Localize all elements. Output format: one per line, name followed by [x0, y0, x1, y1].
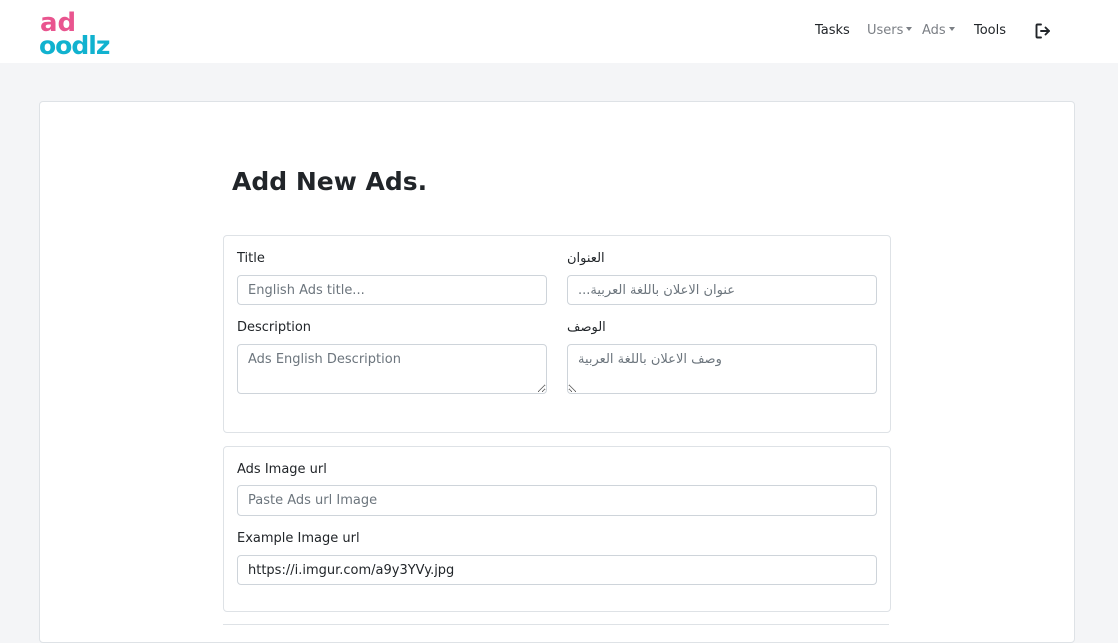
nav-users-dropdown[interactable]: Users: [867, 22, 913, 40]
title-label: Title: [237, 251, 265, 266]
logout-icon[interactable]: [1034, 22, 1052, 40]
arabic-description-label: الوصف: [567, 320, 606, 335]
example-image-url-label: Example Image url: [237, 531, 360, 546]
description-label: Description: [237, 320, 312, 335]
example-image-url-input[interactable]: [237, 555, 877, 585]
nav-tools[interactable]: Tools: [974, 22, 1006, 40]
nav-users-label: Users: [867, 23, 904, 38]
image-url-label: Ads Image url: [237, 462, 327, 477]
description-textarea[interactable]: [237, 344, 547, 394]
logo-text-bottom: oodlz: [39, 31, 110, 57]
nav-ads-label: Ads: [922, 23, 946, 38]
nav-ads-dropdown[interactable]: Ads: [922, 22, 955, 40]
arabic-title-label: العنوان: [567, 251, 605, 266]
text-fields-panel: [223, 235, 891, 433]
top-navbar: ad oodlz Tasks Users Ads Tools: [0, 0, 1118, 63]
brand-logo[interactable]: ad oodlz: [39, 7, 121, 57]
caret-down-icon: [948, 27, 955, 31]
title-input[interactable]: [237, 275, 547, 305]
nav-tasks[interactable]: Tasks: [815, 22, 850, 40]
arabic-title-input[interactable]: [567, 275, 877, 305]
arabic-description-textarea[interactable]: [567, 344, 877, 394]
page-title: Add New Ads.: [232, 167, 428, 196]
caret-down-icon: [906, 27, 913, 31]
image-url-input[interactable]: [237, 485, 877, 516]
